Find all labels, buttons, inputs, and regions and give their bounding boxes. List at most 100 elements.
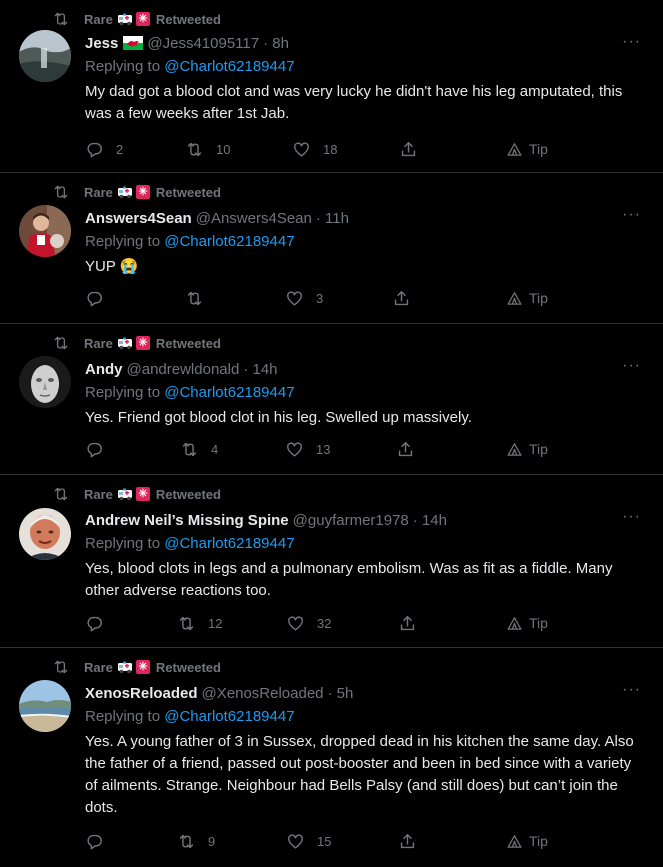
timestamp[interactable]: · 8h bbox=[263, 35, 289, 52]
tweet[interactable]: Rare ✳ Retweeted Andrew Neil’s Missing S… bbox=[0, 475, 663, 648]
retweeter-name[interactable]: Rare bbox=[84, 12, 113, 27]
share-button[interactable] bbox=[398, 831, 417, 851]
timestamp[interactable]: · 14h bbox=[243, 361, 277, 378]
reply-button[interactable] bbox=[85, 288, 116, 308]
mention-link[interactable]: @Charlot62189447 bbox=[164, 58, 294, 75]
retweet-icon bbox=[52, 183, 70, 201]
share-button[interactable] bbox=[398, 613, 417, 633]
avatar[interactable] bbox=[19, 30, 71, 82]
avatar[interactable] bbox=[19, 356, 71, 408]
mention-link[interactable]: @Charlot62189447 bbox=[164, 233, 294, 250]
like-button[interactable]: 3 bbox=[285, 288, 323, 308]
share-icon bbox=[398, 832, 417, 851]
more-icon[interactable]: ··· bbox=[622, 206, 641, 224]
tip-button[interactable]: Tip bbox=[506, 139, 548, 159]
like-button[interactable]: 32 bbox=[286, 613, 331, 633]
wales-flag-emoji bbox=[123, 36, 144, 50]
siren-emoji: ✳ bbox=[135, 185, 150, 199]
more-icon[interactable]: ··· bbox=[622, 508, 641, 526]
retweet-button[interactable] bbox=[185, 288, 216, 308]
retweeted-label: Retweeted bbox=[155, 659, 221, 675]
share-button[interactable] bbox=[392, 288, 411, 308]
handle[interactable]: @XenosReloaded bbox=[202, 685, 324, 702]
retweet-button[interactable]: 12 bbox=[177, 613, 222, 633]
tip-button[interactable]: Tip bbox=[506, 288, 548, 308]
retweet-count: 9 bbox=[208, 833, 216, 849]
retweet-context: Rare ✳ Retweeted bbox=[52, 10, 221, 28]
more-icon[interactable]: ··· bbox=[622, 33, 641, 51]
tweet-actions: 4 13 Tip bbox=[85, 439, 565, 459]
timestamp[interactable]: · 14h bbox=[413, 512, 447, 529]
retweeter-name[interactable]: Rare bbox=[84, 336, 113, 351]
more-icon[interactable]: ··· bbox=[622, 357, 641, 375]
reply-button[interactable]: 2 bbox=[85, 139, 123, 159]
display-name[interactable]: Andy bbox=[85, 361, 123, 378]
tip-icon bbox=[506, 290, 523, 307]
replying-prefix: Replying to bbox=[85, 58, 161, 75]
retweeter-name[interactable]: Rare bbox=[84, 487, 113, 502]
siren-emoji: ✳ bbox=[135, 487, 150, 501]
tweet-text: Yes. Friend got blood clot in his leg. S… bbox=[85, 409, 472, 426]
timestamp[interactable]: · 11h bbox=[316, 210, 349, 227]
like-button[interactable]: 15 bbox=[286, 831, 331, 851]
like-count: 15 bbox=[317, 833, 332, 849]
tweet[interactable]: Rare ✳ Retweeted Andy @andrewldonald · 1… bbox=[0, 324, 663, 475]
replying-to: Replying to @Charlot62189447 bbox=[85, 233, 643, 253]
tweet[interactable]: Rare ✳ Retweeted Jess @Jess41095117 · 8h… bbox=[0, 0, 663, 173]
mention-link[interactable]: @Charlot62189447 bbox=[164, 535, 294, 552]
reply-button[interactable] bbox=[85, 439, 116, 459]
display-name[interactable]: XenosReloaded bbox=[85, 685, 198, 702]
display-name[interactable]: Jess bbox=[85, 35, 118, 52]
avatar[interactable] bbox=[19, 508, 71, 560]
avatar[interactable] bbox=[19, 680, 71, 732]
tweet[interactable]: Rare ✳ Retweeted Answers4Sean @Answers4S… bbox=[0, 173, 663, 324]
retweet-button[interactable]: 4 bbox=[180, 439, 218, 459]
retweeter-name[interactable]: Rare bbox=[84, 660, 113, 675]
tweet-actions: 3 Tip bbox=[85, 288, 565, 308]
like-count: 32 bbox=[317, 615, 332, 631]
share-button[interactable] bbox=[396, 439, 415, 459]
tweet-actions: 9 15 Tip bbox=[85, 831, 565, 851]
reply-button[interactable] bbox=[85, 831, 116, 851]
tip-button[interactable]: Tip bbox=[506, 831, 548, 851]
handle[interactable]: @Answers4Sean bbox=[196, 210, 312, 227]
retweet-icon bbox=[177, 832, 196, 851]
replying-to: Replying to @Charlot62189447 bbox=[85, 708, 643, 728]
tweet-text: YUP 😭 bbox=[85, 258, 139, 275]
share-icon bbox=[392, 289, 411, 308]
reply-icon bbox=[85, 832, 104, 851]
retweeter-name[interactable]: Rare bbox=[84, 185, 113, 200]
siren-emoji: ✳ bbox=[135, 660, 150, 674]
share-icon bbox=[399, 140, 418, 159]
reply-button[interactable] bbox=[85, 613, 116, 633]
reply-count: 2 bbox=[116, 141, 124, 157]
retweet-button[interactable]: 9 bbox=[177, 831, 215, 851]
retweet-button[interactable]: 10 bbox=[185, 139, 230, 159]
handle[interactable]: @guyfarmer1978 bbox=[293, 512, 409, 529]
handle[interactable]: @Jess41095117 bbox=[147, 35, 259, 52]
share-button[interactable] bbox=[399, 139, 418, 159]
tip-button[interactable]: Tip bbox=[506, 439, 548, 459]
tip-label: Tip bbox=[529, 441, 548, 457]
tweet[interactable]: Rare ✳ Retweeted XenosReloaded @XenosRel… bbox=[0, 648, 663, 867]
replying-prefix: Replying to bbox=[85, 535, 161, 552]
mention-link[interactable]: @Charlot62189447 bbox=[164, 708, 294, 725]
avatar[interactable] bbox=[19, 205, 71, 257]
replying-to: Replying to @Charlot62189447 bbox=[85, 535, 643, 555]
retweet-icon bbox=[177, 614, 196, 633]
retweet-context: Rare ✳ Retweeted bbox=[52, 485, 221, 503]
like-button[interactable]: 18 bbox=[292, 139, 337, 159]
reply-icon bbox=[85, 289, 104, 308]
tip-button[interactable]: Tip bbox=[506, 613, 548, 633]
more-icon[interactable]: ··· bbox=[622, 681, 641, 699]
like-icon bbox=[286, 832, 305, 851]
tweet-header: Andrew Neil’s Missing Spine @guyfarmer19… bbox=[85, 510, 643, 530]
like-count: 13 bbox=[316, 441, 331, 457]
display-name[interactable]: Answers4Sean bbox=[85, 210, 192, 227]
reply-icon bbox=[85, 614, 104, 633]
timestamp[interactable]: · 5h bbox=[328, 685, 354, 702]
display-name[interactable]: Andrew Neil’s Missing Spine bbox=[85, 512, 289, 529]
mention-link[interactable]: @Charlot62189447 bbox=[164, 384, 294, 401]
handle[interactable]: @andrewldonald bbox=[127, 361, 240, 378]
like-button[interactable]: 13 bbox=[285, 439, 330, 459]
